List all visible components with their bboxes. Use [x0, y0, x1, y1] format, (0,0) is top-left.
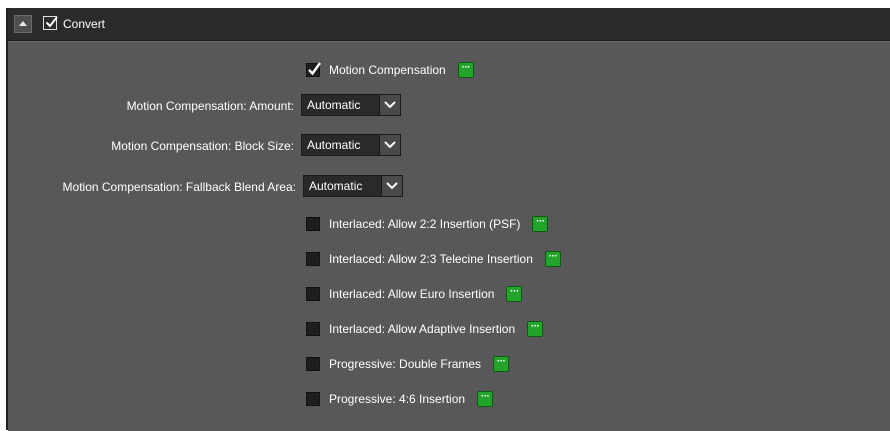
chevron-down-icon	[379, 135, 400, 155]
option-label: Interlaced: Allow Euro Insertion	[329, 287, 495, 301]
chevron-down-icon	[381, 176, 402, 196]
option-label: Progressive: 4:6 Insertion	[329, 392, 466, 406]
field-block-size-label-box: Motion Compensation: Block Size:	[8, 134, 294, 156]
field-amount-label-box: Motion Compensation: Amount:	[8, 94, 294, 116]
more-icon: ···	[461, 62, 470, 73]
option-checkbox[interactable]	[306, 217, 320, 231]
option-row: Interlaced: Allow 2:2 Insertion (PSF) ··…	[306, 212, 549, 236]
more-icon: ···	[480, 391, 490, 402]
motion-compensation-label: Motion Compensation	[329, 63, 446, 77]
motion-compensation-row: Motion Compensation ···	[306, 58, 474, 82]
fallback-blend-select[interactable]: Automatic	[303, 175, 403, 197]
option-more-button[interactable]: ···	[493, 356, 510, 372]
motion-compensation-checkbox[interactable]	[306, 62, 321, 77]
motion-compensation-more-button[interactable]: ···	[457, 62, 474, 78]
option-checkbox[interactable]	[306, 392, 320, 406]
more-icon: ···	[536, 216, 545, 227]
option-row: Progressive: 4:6 Insertion ···	[306, 387, 494, 411]
more-icon: ···	[510, 286, 519, 297]
option-row: Interlaced: Allow Adaptive Insertion ···	[306, 317, 544, 341]
more-icon: ···	[496, 356, 506, 367]
panel-header: Convert	[8, 8, 890, 41]
option-more-button[interactable]: ···	[506, 286, 523, 302]
option-checkbox[interactable]	[306, 252, 320, 266]
amount-select-value: Automatic	[307, 98, 361, 112]
field-block-size-label: Motion Compensation: Block Size:	[111, 139, 294, 153]
collapse-up-icon	[19, 21, 27, 26]
checkmark-icon	[308, 62, 321, 76]
amount-select[interactable]: Automatic	[301, 94, 401, 116]
fallback-blend-select-value: Automatic	[309, 179, 363, 193]
more-icon: ···	[548, 251, 558, 262]
option-label: Interlaced: Allow 2:2 Insertion (PSF)	[329, 217, 521, 231]
option-row: Progressive: Double Frames ···	[306, 352, 510, 376]
option-checkbox[interactable]	[306, 287, 320, 301]
chevron-down-icon	[379, 95, 400, 115]
panel-title: Convert	[63, 17, 106, 31]
block-size-select-value: Automatic	[307, 138, 361, 152]
option-checkbox[interactable]	[306, 322, 320, 336]
option-more-button[interactable]: ···	[527, 321, 544, 337]
option-row: Interlaced: Allow 2:3 Telecine Insertion…	[306, 247, 561, 271]
panel-body: Motion Compensation ··· Motion Compensat…	[8, 41, 890, 431]
convert-panel: Convert Motion Compensation ··· Motion C…	[6, 8, 890, 431]
checkmark-icon	[45, 16, 58, 28]
option-row: Interlaced: Allow Euro Insertion ···	[306, 282, 523, 306]
option-label: Interlaced: Allow Adaptive Insertion	[329, 322, 516, 336]
more-icon: ···	[530, 321, 540, 332]
option-more-button[interactable]: ···	[544, 251, 561, 267]
block-size-select[interactable]: Automatic	[301, 134, 401, 156]
collapse-button[interactable]	[14, 15, 32, 33]
field-amount-label: Motion Compensation: Amount:	[126, 99, 294, 113]
field-fallback-label: Motion Compensation: Fallback Blend Area…	[62, 180, 296, 194]
option-more-button[interactable]: ···	[532, 216, 549, 232]
convert-enable-checkbox[interactable]	[43, 16, 58, 30]
option-checkbox[interactable]	[306, 357, 320, 371]
field-fallback-label-box: Motion Compensation: Fallback Blend Area…	[8, 175, 296, 197]
option-label: Interlaced: Allow 2:3 Telecine Insertion	[329, 252, 533, 266]
option-more-button[interactable]: ···	[477, 391, 494, 407]
option-label: Progressive: Double Frames	[329, 357, 482, 371]
